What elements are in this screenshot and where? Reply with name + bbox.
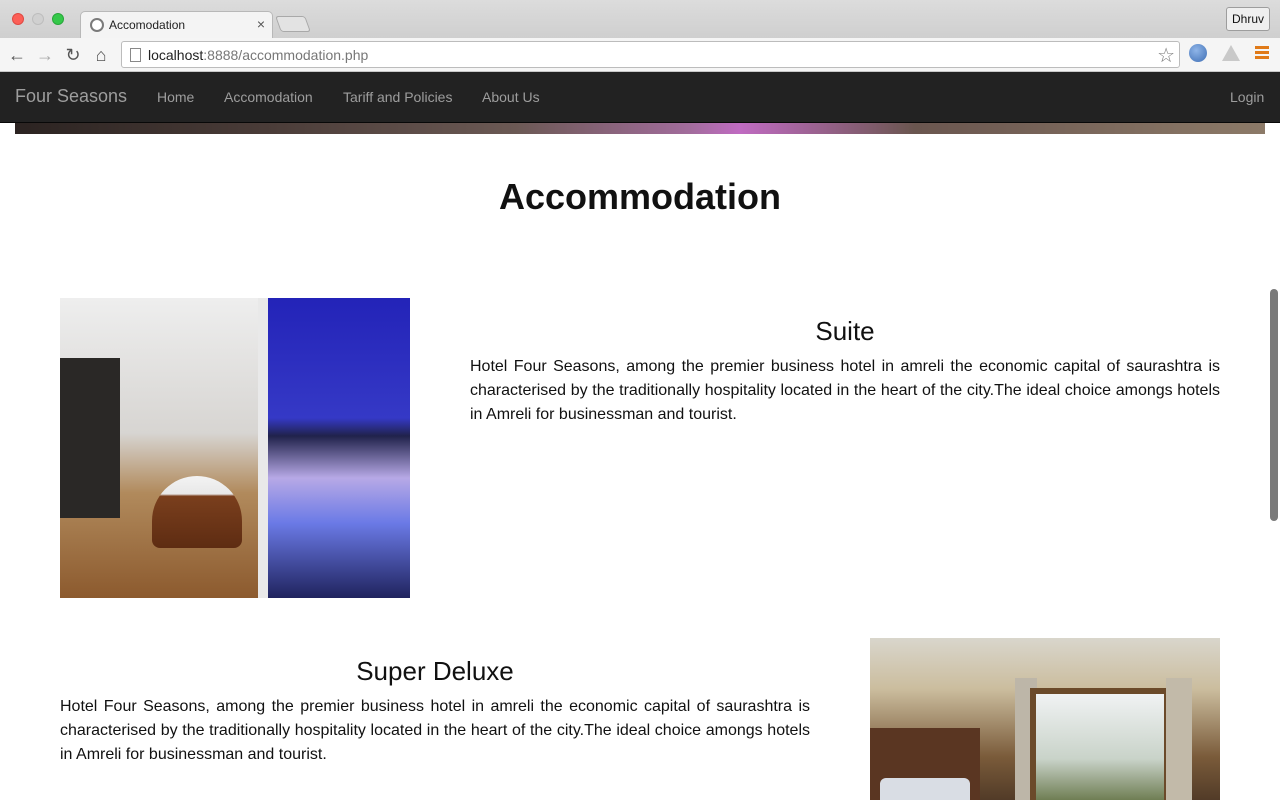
back-arrow-icon[interactable]: ← [5,43,29,67]
tab-close-icon[interactable]: × [257,16,265,32]
home-icon[interactable]: ⌂ [89,43,113,67]
tab-favicon-icon [90,18,104,32]
page-title: Accommodation [498,176,782,217]
browser-menu-icon[interactable] [1255,46,1269,60]
window-minimize-icon[interactable] [32,13,44,25]
nav-link-home[interactable]: Home [157,89,194,105]
nav-link-login[interactable]: Login [1230,89,1264,105]
nav-link-about[interactable]: About Us [482,89,540,105]
forward-arrow-icon[interactable]: → [33,43,57,67]
drive-extension-icon[interactable] [1222,45,1240,61]
bookmark-star-icon[interactable]: ☆ [1157,43,1175,68]
browser-toolbar: ← → ↻ ⌂ localhost:8888/accommodation.php… [0,38,1280,72]
url-host: localhost [148,47,204,63]
page-scrollbar[interactable] [1270,289,1278,521]
nav-link-tariff[interactable]: Tariff and Policies [343,89,452,105]
suite-room-image [60,298,410,598]
browser-titlebar: Accomodation × Dhruv [0,0,1280,39]
room-description-suite: Hotel Four Seasons, among the premier bu… [470,358,1220,423]
address-bar[interactable]: localhost:8888/accommodation.php ☆ [121,41,1180,68]
browser-tab[interactable]: Accomodation × [80,11,273,39]
reload-icon[interactable]: ↻ [61,43,85,67]
site-brand[interactable]: Four Seasons [15,86,127,107]
super-deluxe-room-image [870,638,1220,800]
globe-extension-icon[interactable] [1189,44,1207,62]
new-tab-button[interactable] [275,16,311,32]
room-title-suite: Suite [815,316,875,346]
nav-link-accomodation[interactable]: Accomodation [224,89,313,105]
url-text: localhost:8888/accommodation.php [148,47,368,63]
url-path: :8888/accommodation.php [203,47,369,63]
header-banner-image [15,123,1265,134]
window-maximize-icon[interactable] [52,13,64,25]
window-close-icon[interactable] [12,13,24,25]
page-viewport: Four Seasons Home Accomodation Tariff an… [0,72,1280,800]
site-navbar: Four Seasons Home Accomodation Tariff an… [0,72,1280,123]
page-icon [130,48,141,62]
room-title-super-deluxe: Super Deluxe [356,656,514,686]
profile-button[interactable]: Dhruv [1226,7,1270,31]
room-description-super-deluxe: Hotel Four Seasons, among the premier bu… [60,698,810,763]
tab-title: Accomodation [109,18,186,32]
